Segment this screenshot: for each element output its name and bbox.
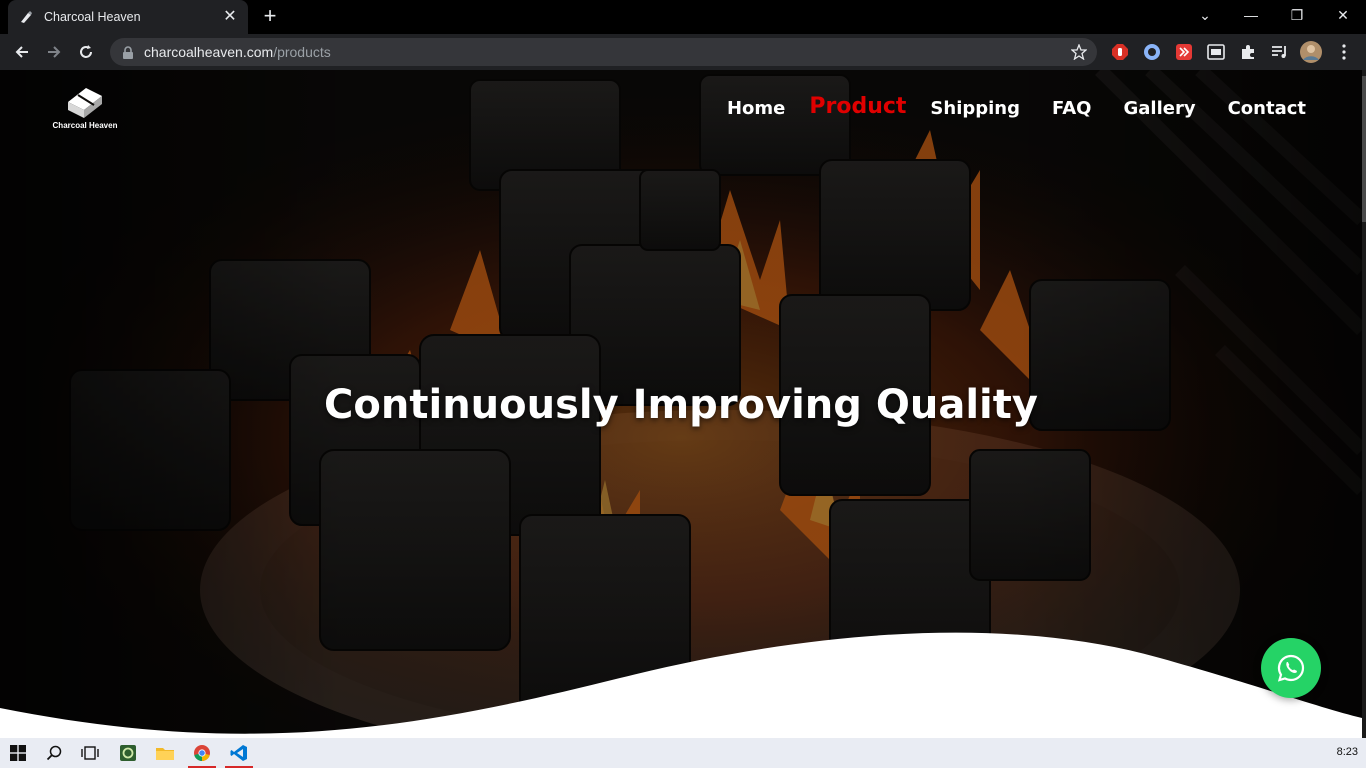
url-text: charcoalheaven.com/products: [144, 44, 331, 60]
brand-logo[interactable]: Charcoal Heaven: [48, 84, 122, 130]
charcoal-cube-logo-icon: [68, 88, 102, 118]
puzzle-icon[interactable]: [1238, 42, 1258, 62]
extension-red-icon[interactable]: [1174, 42, 1194, 62]
browser-toolbar: charcoalheaven.com/products: [0, 34, 1366, 70]
address-bar[interactable]: charcoalheaven.com/products: [110, 38, 1097, 66]
whatsapp-chat-button[interactable]: [1261, 638, 1321, 698]
reading-list-icon[interactable]: [1270, 42, 1290, 62]
web-page: Charcoal Heaven Home Product Shipping FA…: [0, 70, 1362, 738]
app-icon[interactable]: [110, 738, 146, 768]
bookmark-star-icon[interactable]: [1071, 44, 1087, 60]
adblock-icon[interactable]: [1110, 42, 1130, 62]
file-explorer-icon[interactable]: [147, 738, 183, 768]
whatsapp-icon: [1277, 654, 1305, 682]
windows-taskbar: 8:23: [0, 738, 1366, 768]
task-view-icon[interactable]: [72, 738, 108, 768]
reload-button[interactable]: [72, 38, 100, 66]
restore-button[interactable]: ❐: [1274, 0, 1320, 30]
tab-strip: Charcoal Heaven ✕ + ⌄ — ❐ ✕: [0, 0, 1366, 34]
nav-gallery[interactable]: Gallery: [1123, 98, 1195, 119]
nav-shipping[interactable]: Shipping: [930, 98, 1020, 119]
tab-search-icon[interactable]: ⌄: [1182, 0, 1228, 30]
media-icon[interactable]: [1206, 42, 1226, 62]
menu-dots-icon[interactable]: [1334, 42, 1354, 62]
minimize-button[interactable]: —: [1228, 0, 1274, 30]
nav-faq[interactable]: FAQ: [1052, 98, 1091, 119]
brand-name: Charcoal Heaven: [52, 121, 118, 130]
site-favicon-icon: [18, 9, 34, 25]
back-button[interactable]: [8, 38, 36, 66]
url-host: charcoalheaven.com: [144, 44, 274, 60]
taskbar-clock[interactable]: 8:23: [1337, 746, 1358, 758]
close-window-button[interactable]: ✕: [1320, 0, 1366, 30]
search-icon[interactable]: [36, 738, 72, 768]
nav-product[interactable]: Product: [809, 94, 906, 119]
forward-button[interactable]: [40, 38, 68, 66]
new-tab-button[interactable]: +: [258, 5, 282, 29]
main-nav: Home Product Shipping FAQ Gallery Contac…: [727, 94, 1306, 121]
chrome-icon[interactable]: [184, 738, 220, 768]
forward-arrow-icon: [48, 46, 61, 58]
tab-close-icon[interactable]: ✕: [222, 9, 238, 25]
tab-title: Charcoal Heaven: [44, 10, 141, 24]
extension-circle-icon[interactable]: [1142, 42, 1162, 62]
reload-icon: [80, 45, 92, 58]
url-path: /products: [273, 44, 331, 60]
page-scrollbar[interactable]: [1362, 70, 1366, 738]
browser-tab[interactable]: Charcoal Heaven ✕: [8, 0, 248, 34]
scrollbar-thumb[interactable]: [1362, 76, 1366, 222]
profile-avatar[interactable]: [1300, 41, 1322, 63]
hero-wave-divider: [0, 632, 1362, 738]
back-arrow-icon: [15, 46, 28, 58]
lock-icon: [122, 45, 136, 59]
nav-home[interactable]: Home: [727, 98, 785, 119]
hero-headline: Continuously Improving Quality: [324, 382, 1038, 428]
windows-start-icon[interactable]: [0, 738, 36, 768]
vscode-icon[interactable]: [221, 738, 257, 768]
nav-contact[interactable]: Contact: [1228, 98, 1306, 119]
